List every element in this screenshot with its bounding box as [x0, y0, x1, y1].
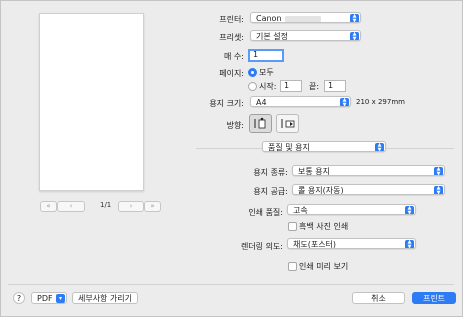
first-page-button[interactable]: « — [40, 201, 57, 212]
print-quality-popup[interactable]: 고속 ▲ ▼ — [287, 204, 416, 215]
hide-details-button[interactable]: 세부사항 가리기 — [72, 292, 138, 304]
pdf-label: PDF — [37, 294, 53, 303]
last-page-button[interactable]: » — [144, 201, 161, 212]
portrait-icon — [254, 117, 266, 129]
chevron-down-icon: ▾ — [56, 294, 65, 303]
paper-dimensions: 210 x 297mm — [356, 98, 405, 106]
page-indicator: 1/1 — [100, 201, 112, 209]
preset-popup[interactable]: 기본 설정 ▲ ▼ — [250, 30, 361, 41]
grayscale-checkbox[interactable] — [288, 222, 297, 231]
section-value: 품질 및 용지 — [268, 143, 310, 152]
media-type-value: 보통 용지 — [298, 167, 330, 176]
page-preview — [39, 13, 144, 191]
copies-input[interactable]: 1 — [248, 49, 284, 62]
pages-range-radio[interactable] — [248, 82, 257, 91]
preset-value: 기본 설정 — [256, 32, 288, 41]
paper-source-label: 용지 공급: — [253, 187, 288, 196]
rendering-label: 렌더링 의도: — [240, 242, 283, 251]
chevron-updown-icon: ▲ ▼ — [434, 186, 443, 194]
pages-all-label: 모두 — [259, 68, 274, 77]
cancel-button[interactable]: 취소 — [352, 292, 405, 304]
paper-source-popup[interactable]: 롤 용지(자동) ▲ ▼ — [292, 184, 445, 195]
next-page-button[interactable]: › — [118, 201, 144, 212]
chevron-updown-icon: ▲ ▼ — [340, 98, 349, 106]
printer-value: Canon — [256, 14, 282, 23]
chevron-updown-icon: ▲ ▼ — [434, 167, 443, 175]
grayscale-label: 흑백 사진 인쇄 — [299, 222, 349, 231]
media-type-label: 용지 종류: — [253, 168, 288, 177]
pages-from-label: 시작: — [259, 82, 277, 91]
help-button[interactable]: ? — [13, 292, 25, 304]
landscape-icon — [281, 119, 295, 128]
preset-label: 프리셋: — [219, 33, 244, 42]
paper-size-value: A4 — [256, 98, 267, 107]
pages-all-radio[interactable] — [248, 68, 257, 77]
pages-from-input[interactable]: 1 — [280, 80, 302, 92]
landscape-orientation-button[interactable] — [276, 114, 299, 133]
copies-label: 매 수: — [224, 52, 244, 61]
chevron-updown-icon: ▲ ▼ — [350, 32, 359, 40]
pages-to-label: 끝: — [309, 82, 320, 91]
paper-source-value: 롤 용지(자동) — [298, 186, 344, 195]
print-preview-checkbox[interactable] — [288, 262, 297, 271]
chevron-updown-icon: ▲ ▼ — [405, 206, 414, 214]
print-preview-label: 인쇄 미리 보기 — [299, 262, 349, 271]
chevron-updown-icon: ▲ ▼ — [405, 240, 414, 248]
paper-size-label: 용지 크기: — [209, 99, 244, 108]
orientation-label: 방향: — [226, 121, 244, 130]
pdf-menu-button[interactable]: PDF ▾ — [31, 292, 67, 304]
printer-model-redacted — [284, 15, 321, 22]
pages-to-input[interactable]: 1 — [324, 80, 346, 92]
section-popup[interactable]: 품질 및 용지 ▲ ▼ — [262, 141, 386, 152]
paper-size-popup[interactable]: A4 ▲ ▼ — [250, 96, 351, 107]
chevron-updown-icon: ▲ ▼ — [375, 143, 384, 151]
print-quality-label: 인쇄 품질: — [248, 208, 283, 217]
chevron-updown-icon: ▲ ▼ — [350, 14, 359, 22]
printer-label: 프린터: — [219, 15, 244, 24]
print-button[interactable]: 프린트 — [412, 292, 456, 304]
pages-label: 페이지: — [219, 69, 244, 78]
portrait-orientation-button[interactable] — [249, 114, 272, 133]
footer-separator — [8, 284, 454, 285]
prev-page-button[interactable]: ‹ — [57, 201, 85, 212]
print-quality-value: 고속 — [293, 206, 308, 215]
rendering-value: 채도(포스터) — [293, 240, 337, 249]
printer-popup[interactable]: Canon ▲ ▼ — [250, 12, 361, 23]
media-type-popup[interactable]: 보통 용지 ▲ ▼ — [292, 165, 445, 176]
rendering-popup[interactable]: 채도(포스터) ▲ ▼ — [287, 238, 416, 249]
